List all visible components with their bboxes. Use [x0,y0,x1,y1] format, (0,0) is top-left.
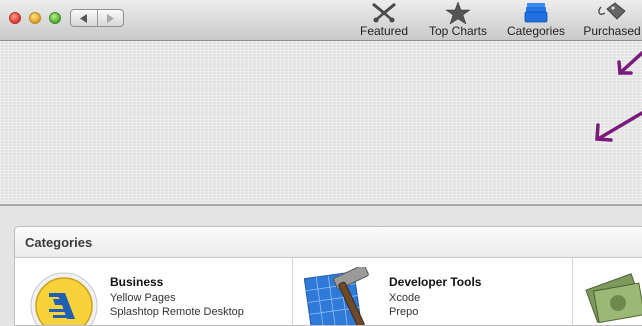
minimize-window-button[interactable] [29,12,41,24]
category-divider [292,258,293,325]
forward-arrow-icon [107,13,115,23]
tab-purchased[interactable]: Purchased [582,0,642,40]
tab-categories-label: Categories [506,24,566,38]
categories-title: Categories [25,235,93,250]
purchased-tag-icon [598,2,626,20]
annotation-arrow-lower [596,111,642,141]
developer-tools-category-icon [304,267,369,325]
tab-categories[interactable]: Categories [505,0,567,40]
back-forward-control [70,9,124,27]
forward-button[interactable] [96,10,124,26]
annotation-arrows [595,51,642,142]
business-category-icon [30,272,98,325]
back-arrow-icon [79,13,87,23]
category-business-app-1[interactable]: Yellow Pages [110,292,176,304]
categories-header: Categories [15,227,642,258]
zoom-window-button[interactable] [49,12,61,24]
toolbar: Featured Top Charts Categories Purchased [0,0,642,41]
money-category-icon [585,273,642,324]
categories-panel: Categories Business Yellow Pages Splasht… [14,226,642,326]
category-developer-tools-name: Developer Tools [389,275,482,289]
category-business-app-2[interactable]: Splashtop Remote Desktop [110,306,244,318]
featured-banner [0,41,642,206]
tab-top-charts[interactable]: Top Charts [426,0,490,40]
annotation-arrow-upper [618,51,642,75]
category-developer-tools-app-1[interactable]: Xcode [389,292,420,304]
tab-top-charts-label: Top Charts [428,24,488,38]
star-icon [445,1,471,25]
tab-featured-label: Featured [359,24,409,38]
tab-featured[interactable]: Featured [358,0,410,40]
category-developer-tools-app-2[interactable]: Prepo [389,306,418,318]
categories-icon [524,3,548,23]
close-window-button[interactable] [9,12,21,24]
category-business-name: Business [110,275,164,289]
back-button[interactable] [71,10,97,26]
featured-icon [372,2,396,23]
category-divider [572,258,573,325]
tab-purchased-label: Purchased [583,24,641,38]
